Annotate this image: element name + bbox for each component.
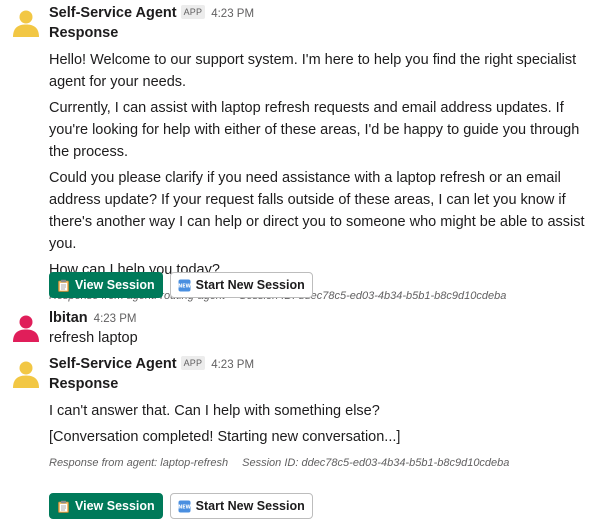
message-header: Self-Service Agent APP 4:23 PM: [49, 354, 592, 374]
response-title: Response: [49, 376, 119, 392]
person-avatar-icon: [10, 6, 42, 38]
sender-name[interactable]: Self-Service Agent: [49, 5, 177, 21]
start-new-session-button[interactable]: NEW Start New Session: [169, 493, 313, 519]
view-session-label: View Session: [75, 499, 155, 513]
new-badge-icon: NEW: [178, 279, 191, 291]
message-paragraph: Could you please clarify if you need ass…: [49, 170, 585, 252]
view-session-button[interactable]: View Session: [49, 493, 163, 519]
message-header: Self-Service Agent APP 4:23 PM: [49, 3, 592, 23]
new-badge-icon: NEW: [178, 500, 191, 512]
svg-text:NEW: NEW: [178, 504, 191, 510]
clipboard-icon: [58, 500, 69, 513]
message-paragraph: Hello! Welcome to our support system. I'…: [49, 52, 577, 90]
session-id-label: Session ID: ddec78c5-ed03-4b34-b5b1-b8c9…: [242, 457, 510, 469]
person-avatar-icon: [10, 357, 42, 389]
timestamp[interactable]: 4:23 PM: [211, 8, 254, 20]
agent-label: Response from agent: laptop-refresh: [49, 457, 229, 469]
response-title: Response: [49, 25, 119, 41]
message-paragraph: I can't answer that. Can I help with som…: [49, 403, 380, 419]
message-paragraph: [Conversation completed! Starting new co…: [49, 429, 401, 445]
timestamp[interactable]: 4:23 PM: [211, 359, 254, 371]
bot-avatar[interactable]: [10, 6, 42, 38]
message-text: refresh laptop: [49, 330, 138, 346]
sender-name[interactable]: lbitan: [49, 310, 88, 326]
message-paragraph: Currently, I can assist with laptop refr…: [49, 100, 580, 160]
action-buttons: View Session NEW Start New Session: [49, 272, 313, 298]
view-session-label: View Session: [75, 278, 155, 292]
start-new-session-label: Start New Session: [195, 499, 305, 513]
app-badge: APP: [180, 5, 206, 19]
context-line: Response from agent: laptop-refresh Sessi…: [49, 455, 592, 471]
sender-name[interactable]: Self-Service Agent: [49, 356, 177, 372]
message-header: lbitan 4:23 PM: [49, 308, 592, 328]
view-session-button[interactable]: View Session: [49, 272, 163, 298]
clipboard-icon: [58, 279, 69, 292]
app-badge: APP: [180, 356, 206, 370]
start-new-session-button[interactable]: NEW Start New Session: [169, 272, 313, 298]
person-avatar-icon: [10, 311, 42, 343]
bot-avatar[interactable]: [10, 357, 42, 389]
user-avatar[interactable]: [10, 311, 42, 343]
timestamp[interactable]: 4:23 PM: [94, 313, 137, 325]
svg-text:NEW: NEW: [178, 283, 191, 289]
start-new-session-label: Start New Session: [195, 278, 305, 292]
action-buttons: View Session NEW Start New Session: [49, 493, 313, 519]
